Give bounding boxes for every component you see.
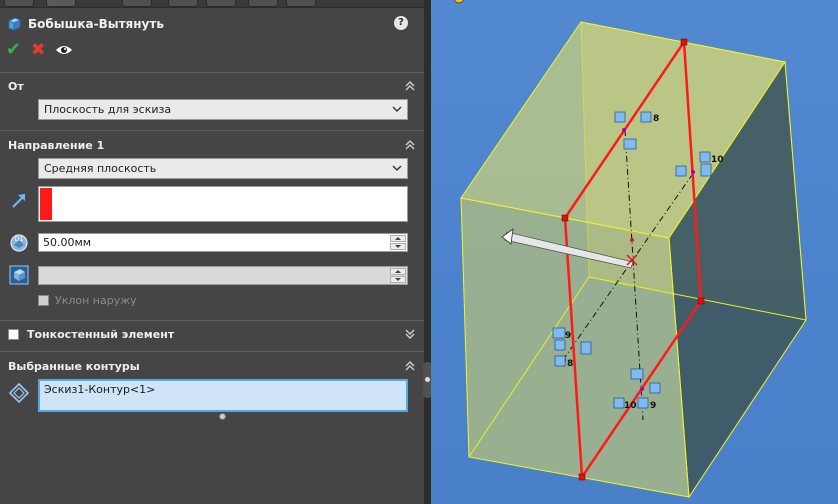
cancel-button[interactable]: ✖ <box>31 41 45 59</box>
feature-title-row: Бобышка-Вытянуть ? <box>6 14 416 34</box>
relation-count: 9 <box>650 401 656 411</box>
contour-icon <box>8 382 30 404</box>
divider <box>0 320 424 321</box>
direction1-group-header[interactable]: Направление 1 <box>8 137 416 153</box>
contour-list-item[interactable]: Эскиз1-Контур<1> <box>44 383 155 396</box>
action-buttons: ✔ ✖ <box>6 41 73 59</box>
spin-down-button <box>390 276 406 283</box>
relation-count: 8 <box>567 359 573 369</box>
thin-feature-label: Тонкостенный элемент <box>27 327 175 341</box>
spin-up-button <box>390 268 406 275</box>
ok-button[interactable]: ✔ <box>6 41 21 59</box>
collapse-chevron-icon[interactable] <box>404 140 416 150</box>
thin-feature-row: Тонкостенный элемент <box>8 328 174 341</box>
tab-configuration-manager[interactable] <box>122 0 152 7</box>
direction1-group-title: Направление 1 <box>8 138 105 152</box>
boss-extrude-icon <box>8 17 21 31</box>
divider <box>0 130 424 131</box>
sketch-point[interactable] <box>561 214 569 222</box>
divider <box>0 351 424 352</box>
expand-chevron-icon[interactable] <box>404 329 416 339</box>
tab-property-manager[interactable] <box>46 0 76 7</box>
from-group-header[interactable]: От <box>8 78 416 94</box>
reverse-direction-icon[interactable] <box>8 190 30 212</box>
end-condition-value: Средняя плоскость <box>44 162 157 175</box>
depth-icon: D1 <box>10 234 28 252</box>
midpoint-marker <box>640 387 644 391</box>
depth-spinner[interactable] <box>390 235 406 250</box>
selected-contours-list[interactable]: Эскиз1-Контур<1> <box>38 379 408 412</box>
chevron-down-icon <box>392 165 402 171</box>
panel-splitter[interactable] <box>423 0 432 504</box>
model-view[interactable]: 8 10 9 8 9 10 <box>431 0 838 504</box>
graphics-viewport[interactable]: 8 10 9 8 9 10 <box>431 0 838 504</box>
spin-down-button[interactable] <box>390 243 406 250</box>
draft-outward-checkbox <box>38 295 49 306</box>
resize-handle[interactable] <box>219 413 226 420</box>
from-select-value: Плоскость для эскиза <box>44 103 172 116</box>
preview-front-face <box>460 197 690 498</box>
thin-feature-header[interactable]: Тонкостенный элемент <box>8 326 416 342</box>
relation-count: 9 <box>565 331 571 341</box>
selection-color-swatch <box>40 188 52 220</box>
draft-angle-input <box>38 266 408 285</box>
from-select[interactable]: Плоскость для эскиза <box>38 99 408 120</box>
tab-feature-manager[interactable] <box>4 0 34 7</box>
sketch-point[interactable] <box>697 297 705 305</box>
sketch-point[interactable] <box>680 38 688 46</box>
draft-outward-option: Уклон наружу <box>38 294 137 307</box>
from-group-title: От <box>8 79 24 93</box>
draft-toggle-icon[interactable] <box>8 264 30 286</box>
view-triad-icon[interactable] <box>453 0 465 4</box>
relation-count: 8 <box>653 114 659 124</box>
selected-contours-header[interactable]: Выбранные контуры <box>8 358 416 374</box>
draft-angle-spinner <box>390 268 406 283</box>
divider <box>0 72 424 73</box>
relation-count: 10 <box>711 155 724 165</box>
help-icon[interactable]: ? <box>394 16 408 30</box>
midpoint-marker <box>622 128 626 132</box>
property-manager: Бобышка-Вытянуть ? ✔ ✖ От Плоскость для … <box>0 0 424 504</box>
preview-eye-icon[interactable] <box>55 44 73 56</box>
chevron-down-icon <box>392 106 402 112</box>
draft-outward-label: Уклон наружу <box>55 294 137 307</box>
sketch-point[interactable] <box>578 473 586 481</box>
midpoint-marker <box>630 238 634 242</box>
manager-tabs <box>0 0 424 8</box>
collapse-chevron-icon[interactable] <box>404 81 416 91</box>
tab-dimxpert-manager[interactable] <box>168 0 198 7</box>
depth-value: 50.00мм <box>43 236 92 249</box>
thin-feature-checkbox[interactable] <box>8 328 19 340</box>
svg-text:D1: D1 <box>15 236 24 243</box>
collapse-chevron-icon[interactable] <box>404 361 416 371</box>
depth-input[interactable]: 50.00мм <box>38 233 408 252</box>
direction-vector-selection[interactable] <box>38 186 408 222</box>
end-condition-select[interactable]: Средняя плоскость <box>38 158 408 179</box>
tab-cam-manager[interactable] <box>248 0 278 7</box>
relation-count: 10 <box>624 401 637 411</box>
feature-title: Бобышка-Вытянуть <box>28 17 164 31</box>
midpoint-marker <box>691 170 695 174</box>
tab-extra-manager[interactable] <box>286 0 316 7</box>
selected-contours-title: Выбранные контуры <box>8 359 140 373</box>
spin-up-button[interactable] <box>390 235 406 242</box>
tab-display-manager[interactable] <box>206 0 236 7</box>
